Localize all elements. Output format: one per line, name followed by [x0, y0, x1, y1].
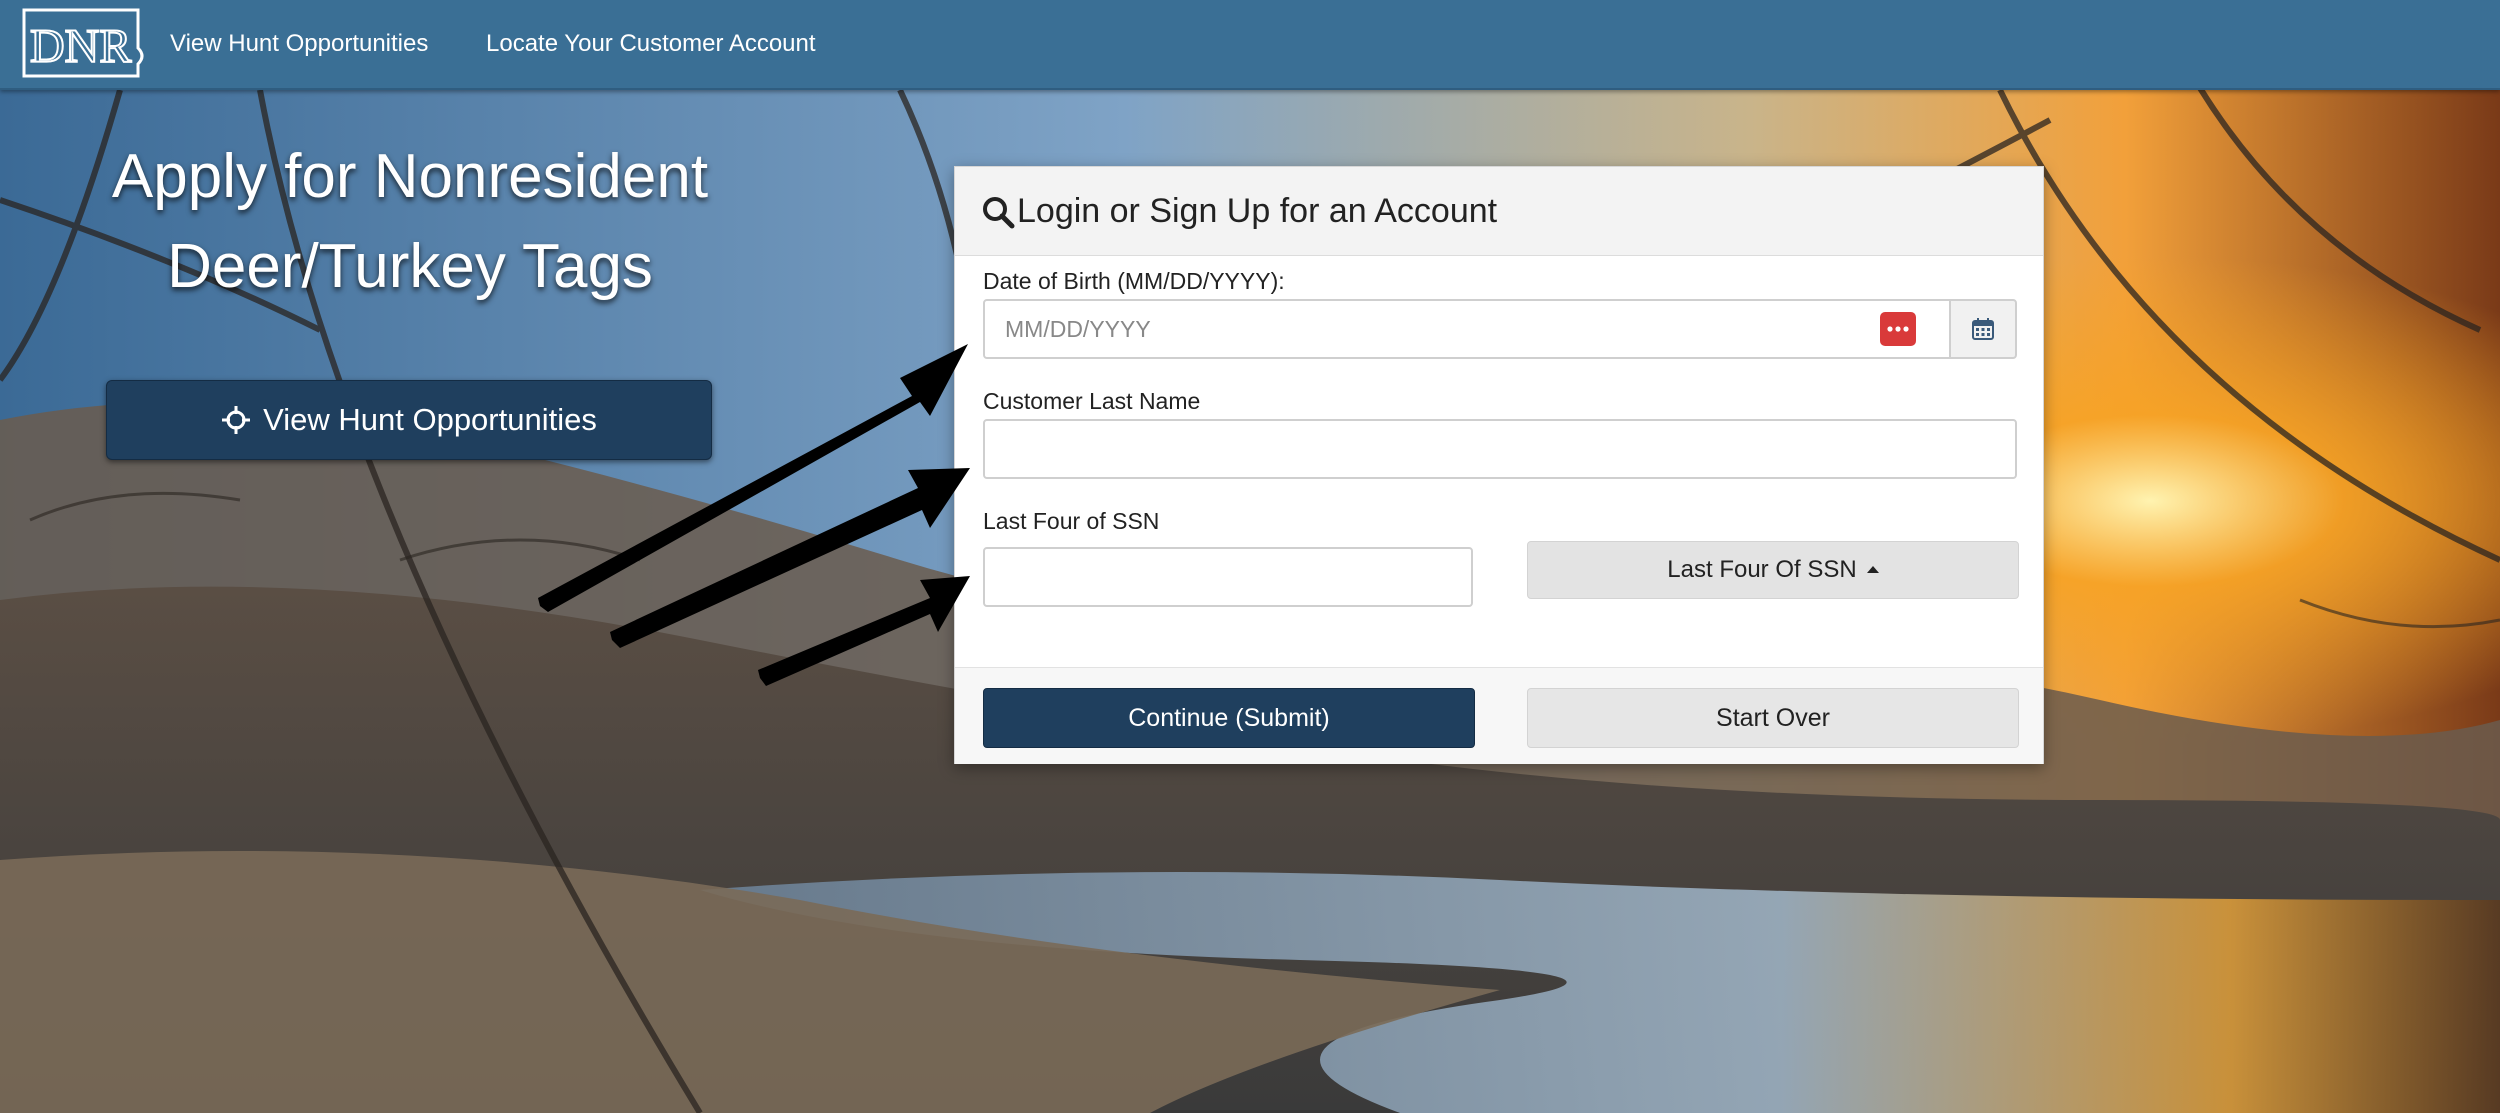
- ssn-type-toggle[interactable]: Last Four Of SSN: [1527, 541, 2019, 599]
- crosshair-icon: [222, 406, 251, 434]
- continue-submit-button[interactable]: Continue (Submit): [983, 688, 1475, 748]
- hero-title: Apply for Nonresident Deer/Turkey Tags: [111, 142, 709, 301]
- calendar-button[interactable]: [1949, 299, 2017, 359]
- login-panel-header: Login or Sign Up for an Account: [955, 167, 2043, 256]
- view-hunt-opportunities-button[interactable]: View Hunt Opportunities: [106, 380, 712, 460]
- ssn-label: Last Four of SSN: [983, 508, 1160, 534]
- ssn-toggle-label: Last Four Of SSN: [1667, 556, 1857, 583]
- search-icon: [983, 197, 1015, 229]
- top-navbar: DNR View Hunt Opportunities Locate Your …: [0, 0, 2500, 90]
- login-panel: Login or Sign Up for an Account Date of …: [954, 166, 2044, 764]
- nav-view-hunt-opportunities[interactable]: View Hunt Opportunities: [170, 28, 428, 60]
- password-manager-icon[interactable]: [1880, 312, 1916, 346]
- login-panel-footer: Continue (Submit) Start Over: [955, 667, 2043, 764]
- start-over-button[interactable]: Start Over: [1527, 688, 2019, 748]
- ssn-input[interactable]: [983, 547, 1473, 607]
- login-panel-title: Login or Sign Up for an Account: [1017, 192, 1498, 230]
- dob-label: Date of Birth (MM/DD/YYYY):: [983, 268, 1285, 294]
- view-hunt-opportunities-label: View Hunt Opportunities: [263, 402, 597, 437]
- dnr-logo-icon[interactable]: DNR: [20, 4, 146, 82]
- last-name-label: Customer Last Name: [983, 388, 1201, 414]
- dob-input[interactable]: [983, 299, 1951, 359]
- calendar-icon: [1972, 318, 1994, 340]
- svg-text:DNR: DNR: [30, 20, 131, 73]
- last-name-input[interactable]: [983, 419, 2017, 479]
- caret-up-icon: [1866, 565, 1879, 573]
- nav-locate-customer-account[interactable]: Locate Your Customer Account: [486, 28, 816, 60]
